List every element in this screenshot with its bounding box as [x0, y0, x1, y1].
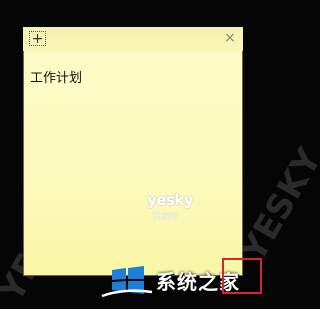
note-text: 工作计划 [30, 71, 83, 86]
highlight-box [222, 258, 262, 294]
plus-icon: + [31, 30, 44, 47]
close-icon: × [224, 30, 236, 46]
close-note-button[interactable]: × [223, 30, 237, 46]
windows-logo-icon [101, 266, 153, 298]
yesky-watermark-sub: 天极网 [153, 212, 177, 221]
yesky-watermark: yesky [147, 191, 194, 209]
note-text-area[interactable]: 工作计划 yesky 天极网 [23, 51, 243, 276]
background-watermark: YESKY [233, 141, 320, 269]
add-note-button[interactable]: + [29, 31, 46, 46]
sticky-note: + × 工作计划 yesky 天极网 [23, 27, 243, 276]
brand-logo: 系统之家 [98, 258, 264, 304]
note-titlebar: + × [23, 27, 243, 51]
